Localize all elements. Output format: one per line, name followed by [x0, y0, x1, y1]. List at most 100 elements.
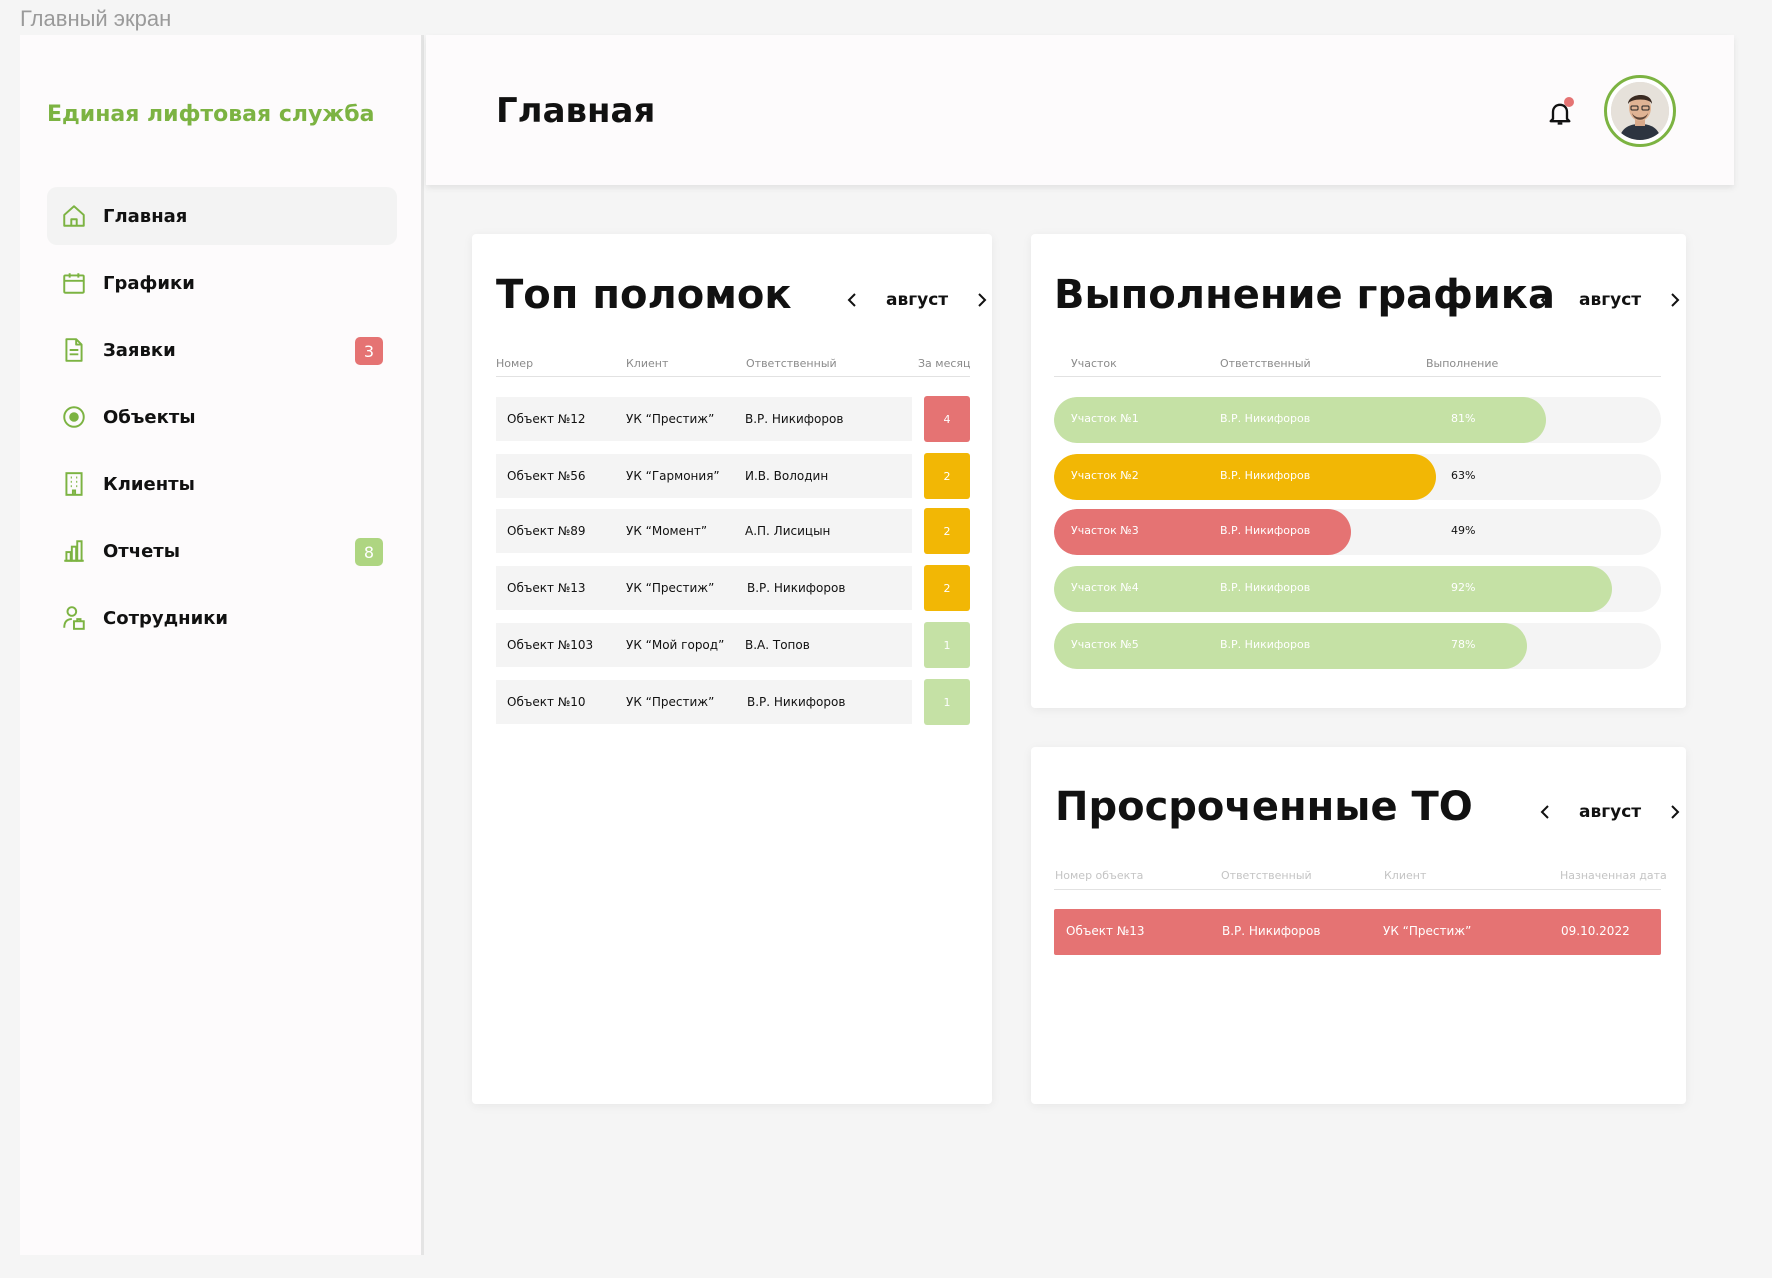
- schedule-month-nav: август: [1537, 290, 1683, 310]
- breakdowns-title: Топ поломок: [496, 272, 792, 318]
- breakdown-count-badge: 1: [924, 679, 970, 725]
- responsible: В.Р. Никифоров: [1220, 581, 1311, 594]
- client: УК “Мой город”: [626, 638, 725, 652]
- progress-row[interactable]: Участок №5 В.Р. Никифоров 78%: [1054, 623, 1661, 669]
- calendar-icon: [61, 270, 87, 296]
- chevron-left-icon: [1540, 805, 1549, 819]
- avatar[interactable]: [1604, 75, 1676, 147]
- column-header: Номер: [496, 357, 534, 370]
- home-icon: [61, 203, 87, 229]
- responsible: В.Р. Никифоров: [1220, 469, 1311, 482]
- area-label: Участок №5: [1071, 638, 1139, 651]
- area-label: Участок №1: [1071, 412, 1139, 425]
- reports-count-badge: 8: [355, 538, 383, 566]
- table-row[interactable]: Объект №89 УК “Момент” А.П. Лисицын: [496, 509, 912, 553]
- object-number: Объект №13: [1066, 924, 1145, 938]
- page-title: Главная: [496, 91, 656, 131]
- sidebar-item-objects[interactable]: Объекты: [47, 388, 397, 446]
- column-header: Клиент: [626, 357, 669, 370]
- column-header: Номер объекта: [1055, 869, 1144, 882]
- prev-month-button[interactable]: [844, 291, 860, 309]
- building-icon: [61, 471, 87, 497]
- breakdown-count-badge: 1: [924, 622, 970, 668]
- sidebar-item-label: Графики: [103, 272, 195, 294]
- top-header: Главная: [426, 35, 1734, 185]
- prev-month-button[interactable]: [1537, 803, 1553, 821]
- schedule-title: Выполнение графика: [1054, 272, 1555, 318]
- client: УК “Момент”: [626, 524, 708, 538]
- table-row[interactable]: Объект №56 УК “Гармония” И.В. Володин: [496, 454, 912, 498]
- responsible: В.Р. Никифоров: [745, 412, 844, 426]
- column-header: Ответственный: [746, 357, 837, 370]
- target-icon: [61, 404, 87, 430]
- column-header: Участок: [1071, 357, 1117, 370]
- sidebar-item-reports[interactable]: Отчеты 8: [47, 522, 397, 580]
- document-icon: [61, 337, 87, 363]
- progress-row[interactable]: Участок №2 В.Р. Никифоров 63%: [1054, 454, 1661, 500]
- sidebar-item-label: Клиенты: [103, 473, 195, 495]
- percent-label: 92%: [1451, 581, 1476, 594]
- percent-label: 49%: [1451, 524, 1476, 537]
- object-number: Объект №56: [507, 469, 586, 483]
- responsible: А.П. Лисицын: [745, 524, 831, 538]
- next-month-button[interactable]: [1667, 803, 1683, 821]
- header-divider: [496, 376, 970, 377]
- table-row[interactable]: Объект №13 В.Р. Никифоров УК “Престиж” 0…: [1054, 909, 1661, 955]
- area-label: Участок №4: [1071, 581, 1139, 594]
- table-row[interactable]: Объект №103 УК “Мой город” В.А. Топов: [496, 623, 912, 667]
- next-month-button[interactable]: [974, 291, 990, 309]
- sidebar-item-label: Сотрудники: [103, 607, 229, 629]
- notifications-button[interactable]: [1546, 97, 1576, 129]
- sidebar-item-employees[interactable]: Сотрудники: [47, 589, 397, 647]
- overdue-title: Просроченные ТО: [1055, 784, 1473, 830]
- responsible: В.Р. Никифоров: [1220, 638, 1311, 651]
- requests-count-badge: 3: [355, 337, 383, 365]
- area-label: Участок №2: [1071, 469, 1139, 482]
- responsible: И.В. Володин: [745, 469, 829, 483]
- breakdown-count-badge: 2: [924, 453, 970, 499]
- client: УК “Гармония”: [626, 469, 720, 483]
- client: УК “Престиж”: [1383, 924, 1472, 938]
- column-header: За месяц: [918, 357, 971, 370]
- object-number: Объект №103: [507, 638, 594, 652]
- column-header: Ответственный: [1221, 869, 1312, 882]
- sidebar-item-label: Главная: [103, 205, 188, 227]
- sidebar-item-label: Отчеты: [103, 540, 181, 562]
- responsible: В.Р. Никифоров: [747, 581, 846, 595]
- sidebar-nav: Главная Графики Заявки 3 Объекты Клиенты…: [47, 187, 397, 656]
- header-divider: [1054, 376, 1661, 377]
- object-number: Объект №12: [507, 412, 586, 426]
- next-month-button[interactable]: [1667, 291, 1683, 309]
- object-number: Объект №89: [507, 524, 586, 538]
- percent-label: 78%: [1451, 638, 1476, 651]
- sidebar-item-requests[interactable]: Заявки 3: [47, 321, 397, 379]
- month-label: август: [1579, 802, 1642, 822]
- sidebar-item-schedules[interactable]: Графики: [47, 254, 397, 312]
- responsible: В.Р. Никифоров: [747, 695, 846, 709]
- breakdowns-card: [472, 234, 992, 1104]
- sidebar-item-clients[interactable]: Клиенты: [47, 455, 397, 513]
- bar-chart-icon: [61, 538, 87, 564]
- brand-logo-text[interactable]: Единая лифтовая служба: [47, 102, 374, 127]
- prev-month-button[interactable]: [1537, 291, 1553, 309]
- progress-row[interactable]: Участок №1 В.Р. Никифоров 81%: [1054, 397, 1661, 443]
- column-header: Ответственный: [1220, 357, 1311, 370]
- breakdowns-month-nav: август: [844, 290, 990, 310]
- sidebar-item-label: Объекты: [103, 406, 196, 428]
- table-row[interactable]: Объект №10 УК “Престиж” В.Р. Никифоров: [496, 680, 912, 724]
- chevron-right-icon: [978, 293, 987, 307]
- responsible: В.Р. Никифоров: [1220, 412, 1311, 425]
- column-header: Назначенная дата: [1560, 869, 1667, 882]
- responsible: В.А. Топов: [745, 638, 810, 652]
- progress-row[interactable]: Участок №4 В.Р. Никифоров 92%: [1054, 566, 1661, 612]
- breakdown-count-badge: 4: [924, 396, 970, 442]
- percent-label: 63%: [1451, 469, 1476, 482]
- frame-label: Главный экран: [20, 6, 172, 31]
- table-row[interactable]: Объект №12 УК “Престиж” В.Р. Никифоров: [496, 397, 912, 441]
- table-row[interactable]: Объект №13 УК “Престиж” В.Р. Никифоров: [496, 566, 912, 610]
- sidebar-item-home[interactable]: Главная: [47, 187, 397, 245]
- client: УК “Престиж”: [626, 581, 715, 595]
- employee-icon: [61, 605, 87, 631]
- progress-row[interactable]: Участок №3 В.Р. Никифоров 49%: [1054, 509, 1661, 555]
- avatar-image: [1611, 82, 1669, 140]
